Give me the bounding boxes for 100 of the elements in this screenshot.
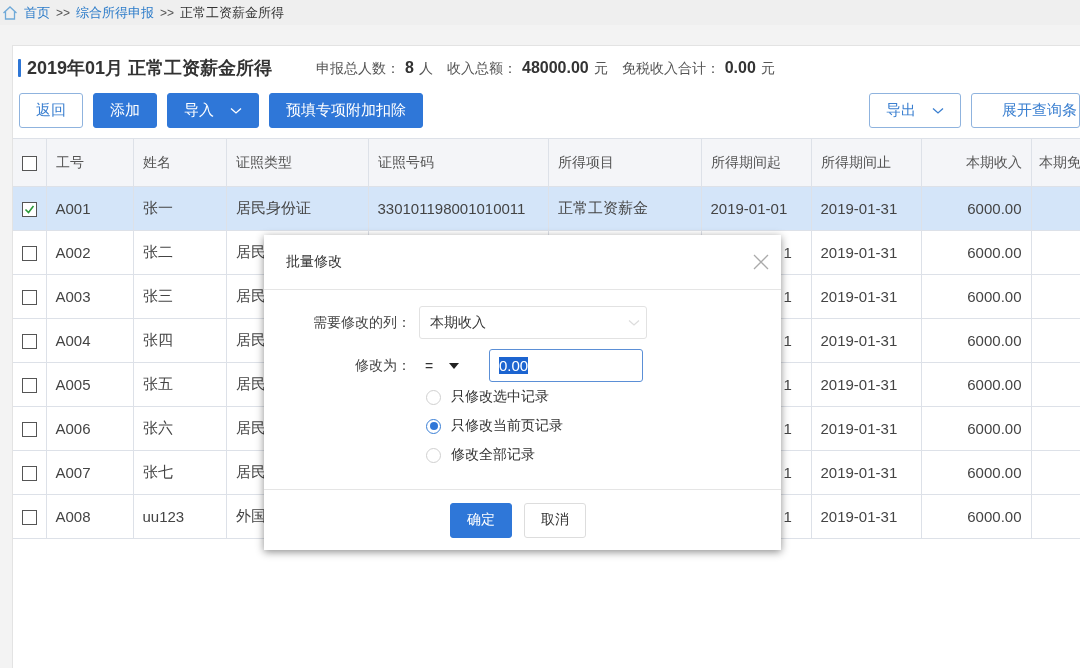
table-cell: 6000.00 <box>967 464 1022 481</box>
table-cell: A003 <box>55 288 91 305</box>
table-cell: 张七 <box>142 463 173 480</box>
table-cell: 6000.00 <box>967 332 1022 349</box>
stat-value: 0.00 <box>724 58 756 77</box>
column-header: 证照号码 <box>368 138 548 187</box>
table-cell: 330101198001010011 <box>377 200 526 217</box>
stat-unit: 元 <box>760 59 775 78</box>
checkbox[interactable] <box>21 290 37 306</box>
table-cell: 1 <box>783 244 792 261</box>
checkbox[interactable] <box>21 510 37 526</box>
column-header: 本期免 <box>1031 138 1080 187</box>
field-label: 需要修改的列： <box>312 313 412 332</box>
table-cell: 2019-01-31 <box>820 420 898 437</box>
table-cell: 6000.00 <box>967 244 1022 261</box>
table-cell: 外国 <box>235 507 266 524</box>
toolbar-button[interactable]: 返回 <box>19 93 83 128</box>
checkbox[interactable] <box>21 334 37 350</box>
dialog-button[interactable]: 取消 <box>523 502 586 538</box>
dropdown-triangle-icon[interactable] <box>449 362 460 369</box>
breadcrumb-separator: >> <box>160 5 175 20</box>
table-cell: 张二 <box>142 243 173 260</box>
table-cell: 居民 <box>235 375 266 392</box>
table-cell: 2019-01-31 <box>820 332 898 349</box>
table-cell: A005 <box>55 376 91 393</box>
field-label: 修改为： <box>354 356 412 375</box>
stat-label: 收入总额： <box>447 59 517 78</box>
table-cell: 2019-01-31 <box>820 200 898 217</box>
table-cell: A002 <box>55 244 91 261</box>
dialog-title: 批量修改 <box>286 253 342 271</box>
toolbar-button[interactable]: 导入 <box>167 93 259 128</box>
toolbar-button[interactable]: 预填专项附加扣除 <box>269 93 423 128</box>
radio-label: 只修改选中记录 <box>451 388 549 406</box>
stat-value: 8 <box>405 58 414 77</box>
stat-unit: 人 <box>419 59 433 78</box>
table-cell: 2019-01-31 <box>820 244 898 261</box>
column-header: 所得期间止 <box>811 138 921 187</box>
table-cell: 6000.00 <box>967 200 1022 217</box>
table-cell: 居民 <box>235 331 266 348</box>
stat-label: 申报总人数： <box>316 59 401 78</box>
column-header: 所得期间起 <box>701 138 811 187</box>
radio-label: 修改全部记录 <box>451 446 535 464</box>
table-cell: A006 <box>55 420 91 437</box>
table-cell: A004 <box>55 332 91 349</box>
column-header: 所得项目 <box>548 138 701 187</box>
breadcrumb-current: 正常工资薪金所得 <box>180 3 285 22</box>
table-cell: 1 <box>783 420 792 437</box>
table-cell: 居民身份证 <box>235 199 311 216</box>
table-cell: 居民 <box>235 287 266 304</box>
toolbar-button[interactable]: 导出 <box>869 93 961 128</box>
table-cell: 张一 <box>142 199 173 216</box>
column-select[interactable]: 本期收入 <box>419 306 647 339</box>
chevron-down-icon <box>628 318 640 327</box>
stat-value: 48000.00 <box>522 58 589 77</box>
table-cell: 2019-01-31 <box>820 376 898 393</box>
table-cell: 2019-01-31 <box>820 288 898 305</box>
table-cell: 张三 <box>142 287 173 304</box>
chevron-down-icon <box>230 106 242 115</box>
breadcrumb-link[interactable]: 综合所得申报 <box>76 3 154 22</box>
table-cell: A001 <box>55 200 91 217</box>
table-cell: 2019-01-01 <box>710 200 788 217</box>
table-cell: 正常工资薪金 <box>557 199 648 216</box>
checkbox[interactable] <box>21 202 37 218</box>
table-cell: 1 <box>783 288 792 305</box>
toolbar-button[interactable]: 展开查询条 <box>971 93 1080 128</box>
checkbox[interactable] <box>21 378 37 394</box>
checkbox[interactable] <box>21 155 37 171</box>
radio-label: 只修改当前页记录 <box>451 417 563 435</box>
breadcrumb-separator: >> <box>56 5 70 20</box>
checkbox[interactable] <box>21 422 37 438</box>
table-cell: uu123 <box>142 508 185 525</box>
chevron-down-icon <box>932 106 944 115</box>
table-cell: 居民 <box>235 419 266 436</box>
checkbox[interactable] <box>21 246 37 262</box>
table-cell: 1 <box>783 332 792 349</box>
operator-select[interactable]: = <box>425 357 434 374</box>
column-header: 证照类型 <box>226 138 368 187</box>
table-cell: 张四 <box>142 331 173 348</box>
table-cell: 居民 <box>235 243 266 260</box>
stat-unit: 元 <box>593 59 608 78</box>
table-cell: 6000.00 <box>967 376 1022 393</box>
table-cell: 张五 <box>142 375 173 392</box>
column-header: 工号 <box>46 138 133 187</box>
value-field[interactable]: 0.00 <box>489 349 643 382</box>
table-cell: 1 <box>783 508 792 525</box>
column-header: 本期收入 <box>921 138 1031 187</box>
table-cell: A008 <box>55 508 91 525</box>
table-cell: A007 <box>55 464 91 481</box>
toolbar-button[interactable]: 添加 <box>93 93 157 128</box>
breadcrumb-link[interactable]: 首页 <box>24 3 50 22</box>
column-header: 姓名 <box>133 138 226 187</box>
checkbox[interactable] <box>21 466 37 482</box>
table-cell: 1 <box>783 376 792 393</box>
stat-label: 免税收入合计： <box>621 59 720 78</box>
radio-button[interactable] <box>426 418 441 434</box>
table-cell: 张六 <box>142 419 173 436</box>
table-cell: 6000.00 <box>967 508 1022 525</box>
report-title: 2019年01月 正常工资薪金所得 <box>27 57 273 80</box>
table-cell: 居民 <box>235 463 266 480</box>
dialog-button[interactable]: 确定 <box>449 502 512 538</box>
